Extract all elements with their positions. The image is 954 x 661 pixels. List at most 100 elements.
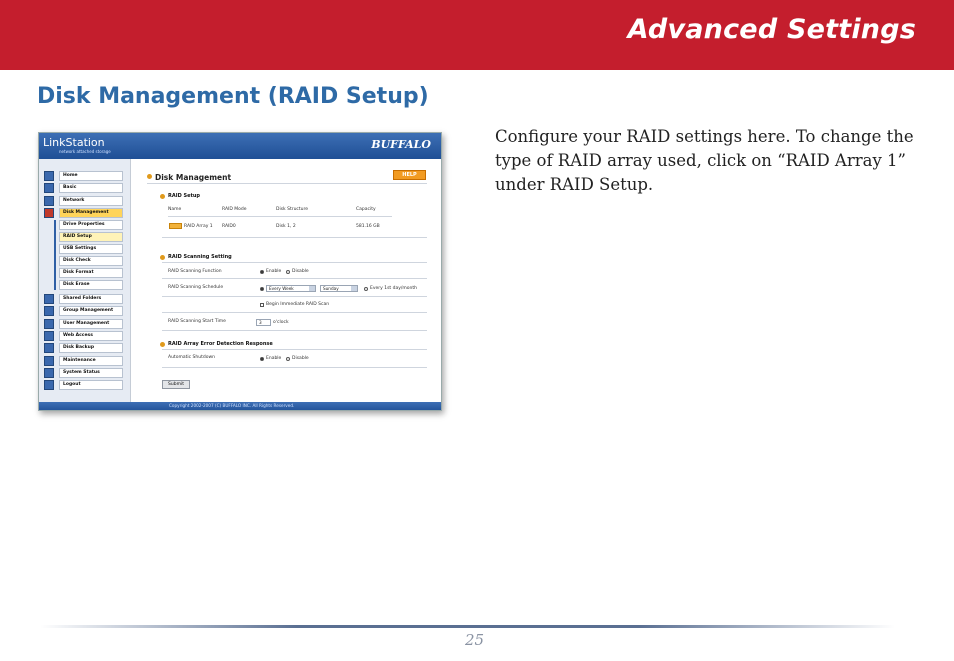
nav-disk-format[interactable]: Disk Format <box>59 268 123 278</box>
buffalo-logo: BUFFALO <box>371 138 431 151</box>
page-number: 25 <box>465 631 485 649</box>
disk-icon <box>44 208 54 218</box>
start-time-unit: o'clock <box>273 320 289 325</box>
logo-subtitle: network attached storage <box>59 149 111 154</box>
nav-disk-backup[interactable]: Disk Backup <box>59 343 123 353</box>
shutdown-disable-label: Disable <box>292 356 309 361</box>
backup-icon <box>44 343 54 353</box>
nav-disk-management[interactable]: Disk Management <box>59 208 123 218</box>
nav-system-status[interactable]: System Status <box>59 368 123 378</box>
divider <box>162 367 427 368</box>
scanning-title: RAID Scanning Setting <box>168 254 232 260</box>
scan-disable-radio[interactable] <box>286 270 290 274</box>
divider <box>147 183 427 184</box>
copyright-text: Copyright 2002-2007 (C) BUFFALO INC. All… <box>169 403 295 408</box>
raid-array-link[interactable]: RAID Array 1 <box>184 224 213 229</box>
nav-group-management[interactable]: Group Management <box>59 306 123 316</box>
nav-basic[interactable]: Basic <box>59 183 123 193</box>
linkstation-logo: LinkStation <box>43 136 105 149</box>
description-text: Configure your RAID settings here. To ch… <box>495 127 914 194</box>
footer-rule <box>40 625 895 628</box>
scan-enable-label: Enable <box>266 269 282 274</box>
nav-logout[interactable]: Logout <box>59 380 123 390</box>
frequency-value: Every Week <box>269 286 294 291</box>
nav-maintenance[interactable]: Maintenance <box>59 356 123 366</box>
nav-shared-folders[interactable]: Shared Folders <box>59 294 123 304</box>
nav-usb-settings[interactable]: USB Settings <box>59 244 123 254</box>
group-icon <box>44 306 54 316</box>
day-value: Sunday <box>323 286 339 291</box>
home-icon <box>44 171 54 181</box>
shutdown-disable-radio[interactable] <box>286 357 290 361</box>
network-icon <box>44 196 54 206</box>
start-time-select[interactable]: 3 <box>256 319 271 326</box>
divider <box>162 262 427 263</box>
nav-network[interactable]: Network <box>59 196 123 206</box>
status-icon <box>44 368 54 378</box>
scan-enable-radio[interactable] <box>260 270 264 274</box>
capacity-value: 581.16 GB <box>356 224 380 229</box>
screenshot-header: LinkStation network attached storage BUF… <box>39 133 441 159</box>
user-icon <box>44 319 54 329</box>
start-time-value: 3 <box>259 320 262 325</box>
schedule-weekly-radio[interactable] <box>260 287 264 291</box>
error-response-title: RAID Array Error Detection Response <box>168 341 273 347</box>
page-title: Advanced Settings <box>627 14 916 45</box>
screenshot-sidebar: Home Basic Network Disk Management Drive… <box>39 159 131 402</box>
logout-icon <box>44 380 54 390</box>
divider <box>162 237 427 238</box>
section-title: Disk Management (RAID Setup) <box>37 84 429 109</box>
nav-drive-properties[interactable]: Drive Properties <box>59 220 123 230</box>
basic-icon <box>44 183 54 193</box>
header-banner: Advanced Settings <box>0 0 954 70</box>
submit-button[interactable]: Submit <box>162 380 190 389</box>
begin-scan-checkbox[interactable] <box>260 303 264 307</box>
col-disk-structure: Disk Structure <box>276 207 309 212</box>
nav-home[interactable]: Home <box>59 171 123 181</box>
divider <box>162 296 427 297</box>
divider <box>162 278 427 279</box>
divider <box>162 330 427 331</box>
screenshot-footer: Copyright 2002-2007 (C) BUFFALO INC. All… <box>39 402 441 410</box>
help-button[interactable]: HELP <box>393 170 426 180</box>
nav-disk-erase[interactable]: Disk Erase <box>59 280 123 290</box>
maintenance-icon <box>44 356 54 366</box>
scanning-bullet-icon <box>160 255 165 260</box>
scan-disable-label: Disable <box>292 269 309 274</box>
scan-function-label: RAID Scanning Function <box>168 269 222 274</box>
shutdown-enable-radio[interactable] <box>260 357 264 361</box>
chevron-down-icon <box>351 286 357 291</box>
schedule-monthly-label: Every 1st day/month <box>370 286 418 291</box>
raid-setup-bullet-icon <box>160 194 165 199</box>
scan-schedule-label: RAID Scanning Schedule <box>168 285 224 290</box>
divider <box>162 349 427 350</box>
divider <box>162 312 427 313</box>
col-raid-mode: RAID Mode <box>222 207 247 212</box>
shutdown-enable-label: Enable <box>266 356 282 361</box>
nav-disk-check[interactable]: Disk Check <box>59 256 123 266</box>
nav-raid-setup[interactable]: RAID Setup <box>59 232 123 242</box>
raid-array-icon <box>169 223 182 229</box>
schedule-monthly-radio[interactable] <box>364 287 368 291</box>
error-response-bullet-icon <box>160 342 165 347</box>
start-time-label: RAID Scanning Start Time <box>168 319 226 324</box>
nav-web-access[interactable]: Web Access <box>59 331 123 341</box>
chevron-down-icon <box>309 286 315 291</box>
raid-mode-value: RAID0 <box>222 224 236 229</box>
col-name: Name <box>168 207 182 212</box>
web-icon <box>44 331 54 341</box>
title-bullet-icon <box>147 174 152 179</box>
screenshot-main: Disk Management HELP RAID Setup Name RAI… <box>132 159 441 402</box>
disk-structure-value: Disk 1, 2 <box>276 224 296 229</box>
nav-user-management[interactable]: User Management <box>59 319 123 329</box>
table-divider <box>168 216 392 217</box>
begin-scan-label: Begin Immediate RAID Scan <box>266 302 330 307</box>
shutdown-label: Automatic Shutdown <box>168 355 215 360</box>
raid-setup-title: RAID Setup <box>168 193 200 199</box>
day-select[interactable]: Sunday <box>320 285 358 292</box>
ui-screenshot: LinkStation network attached storage BUF… <box>38 132 442 411</box>
frequency-select[interactable]: Every Week <box>266 285 316 292</box>
col-capacity: Capacity <box>356 207 376 212</box>
folder-icon <box>44 294 54 304</box>
disk-management-title: Disk Management <box>155 173 232 182</box>
